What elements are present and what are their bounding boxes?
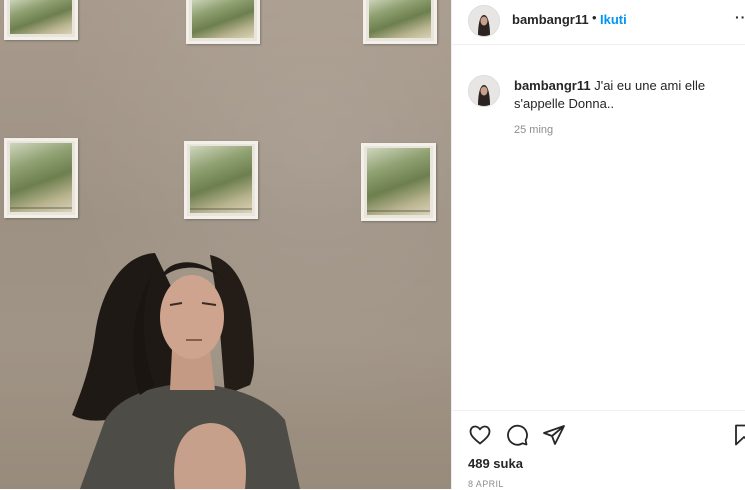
avatar[interactable] — [468, 5, 500, 37]
post-photo[interactable] — [0, 0, 451, 489]
comment-time[interactable]: 25 ming — [514, 124, 553, 136]
post-panel: bambangr11 • Ikuti ·· bambangr11 J'ai eu… — [451, 0, 745, 489]
comment-icon[interactable] — [505, 423, 529, 452]
photo-window — [361, 143, 436, 221]
action-bar: 489 suka 8 APRIL — [452, 410, 745, 490]
photo-window — [184, 141, 258, 219]
separator-dot: • — [592, 10, 597, 25]
post-date[interactable]: 8 APRIL — [468, 479, 504, 489]
profile-picture-icon — [469, 76, 499, 106]
share-icon[interactable] — [542, 423, 566, 452]
caption-text: bambangr11 J'ai eu une ami elle s'appell… — [514, 77, 734, 113]
caption-username[interactable]: bambangr11 — [514, 78, 591, 93]
photo-person — [72, 253, 300, 489]
post-header: bambangr11 • Ikuti ·· — [452, 0, 745, 45]
profile-picture-icon — [469, 6, 499, 36]
photo-window — [4, 138, 78, 218]
bookmark-icon[interactable] — [732, 423, 745, 452]
likes-count[interactable]: 489 suka — [468, 456, 523, 471]
photo-window — [4, 0, 78, 40]
more-options-icon[interactable]: ·· — [735, 9, 745, 25]
avatar[interactable] — [468, 75, 500, 107]
header-username[interactable]: bambangr11 — [512, 12, 589, 27]
photo-window — [186, 0, 260, 44]
heart-icon[interactable] — [468, 423, 492, 452]
photo-window — [363, 0, 437, 44]
follow-button[interactable]: Ikuti — [600, 12, 627, 27]
